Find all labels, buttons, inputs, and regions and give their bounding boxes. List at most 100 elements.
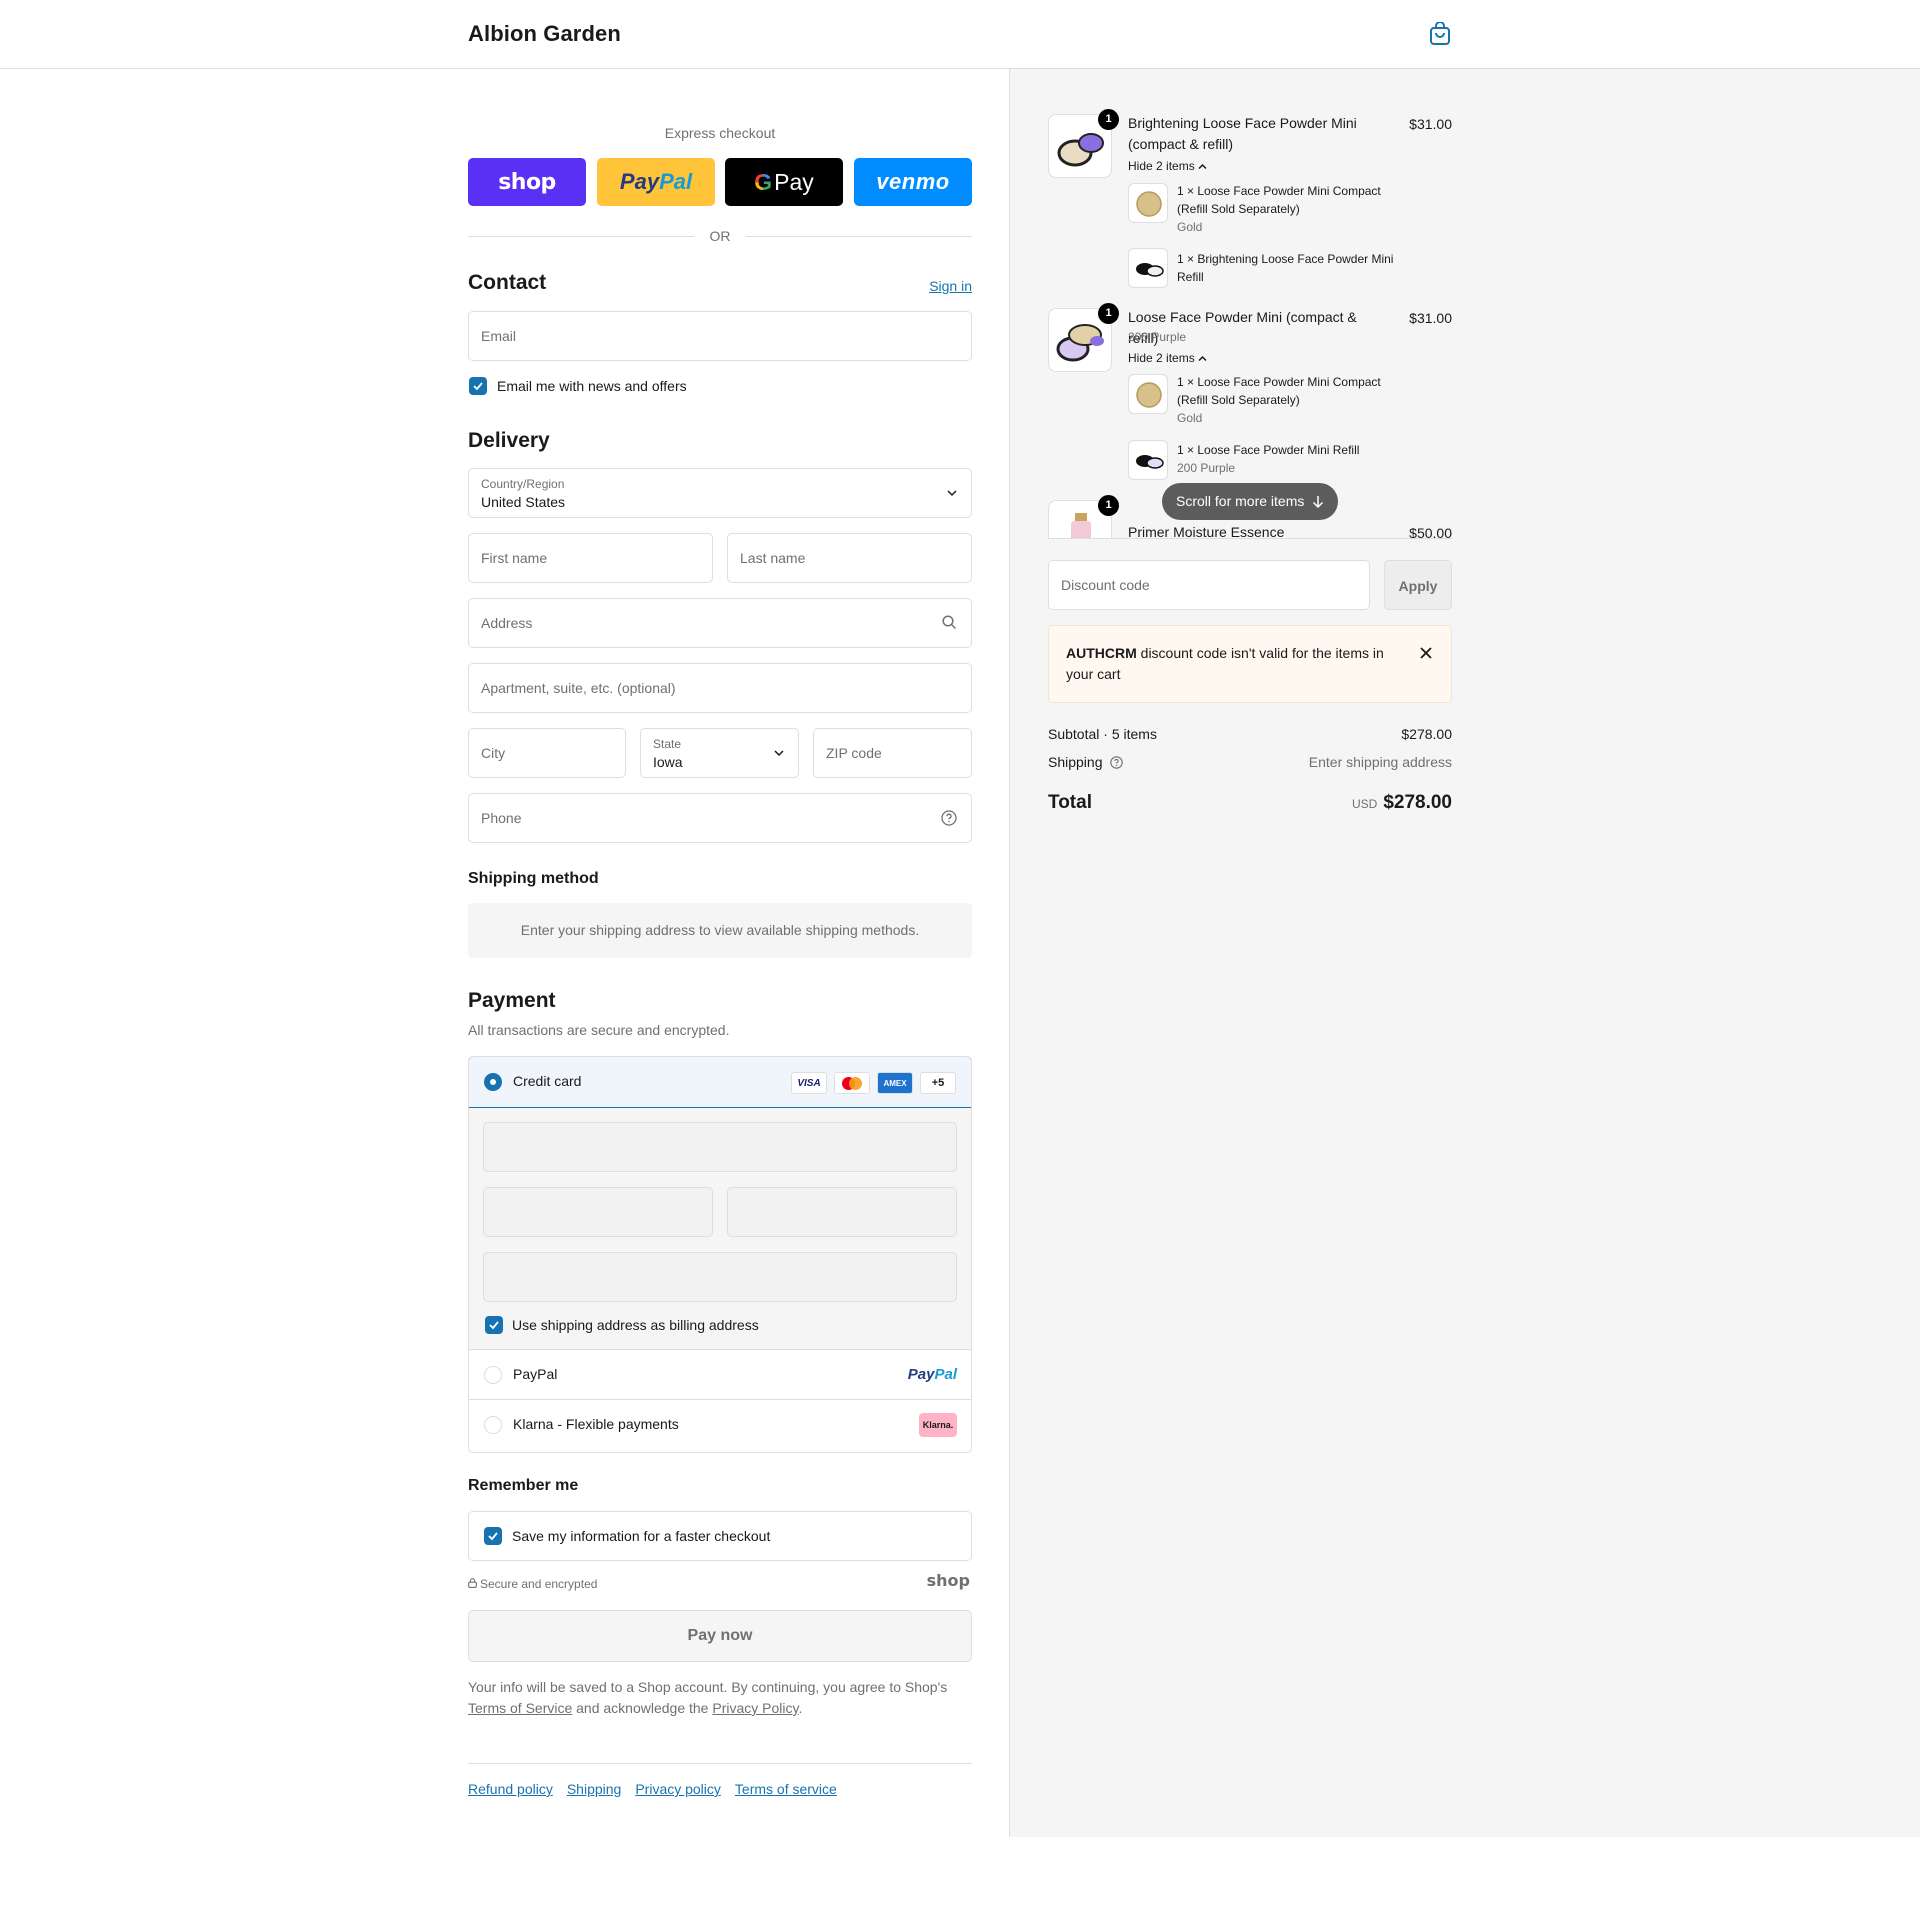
hide-items-label: Hide 2 items (1128, 159, 1195, 173)
visa-icon: VISA (791, 1072, 827, 1094)
paypal-radio[interactable] (484, 1366, 502, 1384)
apartment-field[interactable]: Apartment, suite, etc. (optional) (468, 663, 972, 713)
chevron-down-icon (947, 490, 957, 497)
address-placeholder: Address (481, 615, 533, 631)
check-icon (488, 1532, 498, 1541)
shop-pay-button[interactable]: shop (468, 158, 586, 206)
refund-policy-link[interactable]: Refund policy (468, 1781, 553, 1797)
email-field[interactable]: Email (468, 311, 972, 361)
subitem-name: 1 × Loose Face Powder Mini Refill (1177, 443, 1360, 457)
credit-card-option[interactable]: Credit card VISA AMEX +5 (469, 1057, 971, 1108)
card-cvv-field[interactable] (727, 1187, 957, 1237)
zip-placeholder: ZIP code (826, 745, 882, 761)
first-name-field[interactable]: First name (468, 533, 713, 583)
lock-icon (468, 1578, 477, 1588)
compact-image (1136, 191, 1162, 217)
sign-in-link[interactable]: Sign in (929, 278, 972, 294)
klarna-option[interactable]: Klarna - Flexible payments Klarna. (469, 1400, 971, 1450)
news-checkbox[interactable] (469, 377, 487, 395)
apply-discount-button[interactable]: Apply (1384, 560, 1452, 610)
subitem-variant: Gold (1177, 220, 1203, 234)
shop-privacy-link[interactable]: Privacy Policy (712, 1700, 798, 1716)
secure-note: Secure and encrypted (468, 1577, 597, 1591)
discount-placeholder: Discount code (1061, 577, 1150, 593)
address-field[interactable]: Address (468, 598, 972, 648)
news-label: Email me with news and offers (497, 378, 687, 394)
last-name-field[interactable]: Last name (727, 533, 972, 583)
save-info-label: Save my information for a faster checkou… (512, 1528, 771, 1544)
phone-field[interactable]: Phone (468, 793, 972, 843)
venmo-label: venmo (876, 169, 950, 194)
cart-item-price: $31.00 (1409, 116, 1452, 132)
or-divider: OR (468, 226, 972, 246)
zip-field[interactable]: ZIP code (813, 728, 972, 778)
hide-items-toggle[interactable]: Hide 2 items (1128, 159, 1207, 173)
subitem-name: 1 × Loose Face Powder Mini Compact (Refi… (1177, 184, 1381, 216)
credit-card-radio[interactable] (484, 1073, 502, 1091)
card-name-field[interactable] (483, 1252, 957, 1302)
city-placeholder: City (481, 745, 506, 761)
footer-links: Refund policy Shipping Privacy policy Te… (468, 1781, 837, 1797)
state-value: Iowa (653, 754, 683, 770)
shop-terms-link[interactable]: Terms of Service (468, 1700, 572, 1716)
billing-same-checkbox[interactable] (485, 1316, 503, 1334)
cart-item-name: Primer Moisture Essence (1128, 524, 1285, 538)
google-pay-button[interactable]: G Pay (725, 158, 843, 206)
google-pay-label: Pay (774, 168, 814, 195)
payment-heading: Payment (468, 989, 556, 1012)
paypal-logo: PayPal (908, 1366, 957, 1383)
close-icon[interactable] (1419, 646, 1433, 660)
total-value: $278.00 (1383, 792, 1452, 813)
city-field[interactable]: City (468, 728, 626, 778)
chevron-down-icon (774, 750, 784, 757)
refill-image (1136, 263, 1164, 277)
credit-card-form: Use shipping address as billing address (469, 1108, 971, 1350)
store-brand[interactable]: Albion Garden (468, 21, 621, 47)
help-icon[interactable] (1110, 756, 1124, 769)
shopping-bag-icon[interactable] (1429, 22, 1451, 46)
amex-icon: AMEX (877, 1072, 913, 1094)
subitem-thumbnail (1128, 248, 1168, 288)
scroll-more-button[interactable]: Scroll for more items (1162, 483, 1338, 520)
total-amount: USD $278.00 (1352, 792, 1452, 814)
privacy-policy-link[interactable]: Privacy policy (635, 1781, 721, 1797)
compact-image (1136, 382, 1162, 408)
country-label: Country/Region (481, 477, 565, 491)
klarna-label: Klarna - Flexible payments (513, 1416, 679, 1432)
payment-subtitle: All transactions are secure and encrypte… (468, 1022, 730, 1038)
alert-code: AUTHCRM (1066, 645, 1137, 661)
cart-item-name: Brightening Loose Face Powder Mini (comp… (1128, 115, 1357, 152)
save-info-checkbox[interactable] (484, 1527, 502, 1545)
remember-me-box: Save my information for a faster checkou… (468, 1511, 972, 1561)
terms-of-service-link[interactable]: Terms of service (735, 1781, 837, 1797)
shipping-method-notice: Enter your shipping address to view avai… (468, 903, 972, 958)
amex-text: AMEX (883, 1078, 907, 1088)
paypal-express-button[interactable]: Pay Pal (597, 158, 715, 206)
chevron-up-icon (1198, 163, 1207, 170)
card-number-field[interactable] (483, 1122, 957, 1172)
subitem-variant: Gold (1177, 411, 1203, 425)
state-select[interactable]: State Iowa (640, 728, 799, 778)
help-icon[interactable] (941, 810, 957, 826)
paypal-option[interactable]: PayPal PayPal (469, 1350, 971, 1400)
hide-items-label: Hide 2 items (1128, 351, 1195, 365)
venmo-button[interactable]: venmo (854, 158, 972, 206)
hide-items-toggle[interactable]: Hide 2 items (1128, 351, 1207, 365)
divider-line (746, 236, 972, 237)
subitem-variant: 200 Purple (1177, 461, 1236, 475)
country-select[interactable]: Country/Region United States (468, 468, 972, 518)
secure-text: Secure and encrypted (480, 1577, 598, 1591)
pay-now-button[interactable]: Pay now (468, 1610, 972, 1662)
credit-card-label: Credit card (513, 1073, 582, 1089)
card-expiry-field[interactable] (483, 1187, 713, 1237)
alert-message: AUTHCRM discount code isn't valid for th… (1066, 643, 1396, 685)
discount-code-field[interactable]: Discount code (1048, 560, 1370, 610)
shop-pay-label: shop (498, 169, 556, 195)
paypal-logo-b: Pal (934, 1366, 957, 1383)
legal-text: Your info will be saved to a Shop accoun… (468, 1677, 972, 1719)
currency-code: USD (1351, 797, 1378, 811)
klarna-radio[interactable] (484, 1416, 502, 1434)
express-checkout-title: Express checkout (664, 125, 776, 141)
subitem-name: 1 × Loose Face Powder Mini Compact (Refi… (1177, 375, 1381, 407)
shipping-policy-link[interactable]: Shipping (567, 1781, 622, 1797)
